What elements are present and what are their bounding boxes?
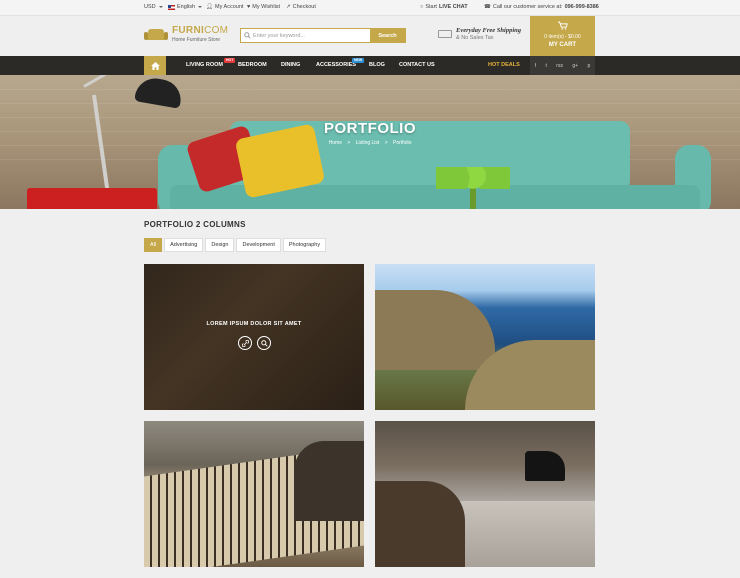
live-chat-prefix: Start [425, 4, 437, 10]
filter-development[interactable]: Development [236, 238, 281, 252]
twitter-icon[interactable]: t [546, 63, 547, 69]
checkout-label: Checkout [292, 4, 316, 10]
my-account-link[interactable]: 👤︎ My Account [206, 4, 243, 10]
new-badge: NEW [352, 58, 365, 63]
live-chat-link[interactable]: ○ Start LIVE CHAT [420, 4, 468, 10]
nav-item-accessories[interactable]: ACCESSORIES NEW [316, 58, 365, 68]
user-icon: 👤︎ [206, 4, 213, 10]
chat-bubble-icon: ○ [420, 4, 424, 10]
filter-photography[interactable]: Photography [282, 238, 327, 252]
my-account-label: My Account [214, 4, 244, 10]
hover-overlay [144, 264, 364, 410]
link-button[interactable] [238, 336, 252, 350]
checkout-link[interactable]: ↗ Checkout [286, 4, 316, 10]
zoom-button[interactable] [257, 336, 271, 350]
cart-button[interactable]: 0 item(s) - $0.00 MY CART [530, 16, 595, 56]
nav-item-living-room[interactable]: LIVING ROOM HOT [186, 58, 236, 68]
nav-item-bedroom[interactable]: BEDROOM [238, 62, 267, 68]
currency-label: USD [144, 4, 156, 10]
filter-all[interactable]: All [144, 238, 163, 252]
truck-icon [438, 30, 452, 38]
shipping-subtitle: & No Sales Tax [456, 35, 494, 41]
home-button[interactable] [144, 56, 166, 75]
nav-item-hot-deals[interactable]: HOT DEALS [488, 62, 520, 68]
language-select[interactable]: English [168, 4, 203, 10]
home-icon [150, 61, 160, 70]
live-chat-label: LIVE CHAT [438, 4, 468, 10]
pinterest-icon[interactable]: p [587, 63, 590, 69]
logo-name: FURNICOM [172, 25, 229, 36]
cart-items-summary: 0 item(s) - $0.00 [544, 34, 581, 40]
search-input[interactable] [253, 29, 370, 42]
page-title: PORTFOLIO [324, 120, 416, 137]
portfolio-item-piano[interactable] [375, 421, 595, 567]
my-wishlist-label: My Wishlist [252, 4, 281, 10]
top-bar: USD English 👤︎ My Account ♥ My Wishlist … [0, 0, 740, 16]
breadcrumb-portfolio: Portfolio [393, 140, 412, 146]
filter-advertising[interactable]: Advertising [164, 238, 204, 252]
facebook-icon[interactable]: f [535, 63, 536, 69]
heart-icon: ♥ [247, 4, 251, 10]
currency-select[interactable]: USD [144, 4, 163, 10]
portfolio-item-food[interactable]: LOREM IPSUM DOLOR SIT AMET [144, 264, 364, 410]
phone-icon: ☎ [484, 4, 491, 10]
customer-service: ☎ Call our customer service at: 096-999-… [484, 4, 599, 10]
sofa-logo-icon [144, 27, 168, 43]
chevron-down-icon [158, 6, 163, 8]
site-header: FURNICOM Home Furniture Store Search Eve… [0, 16, 740, 56]
nav-item-dining[interactable]: DINING [281, 62, 300, 68]
breadcrumb: Home > Listing List > Portfolio [0, 140, 740, 146]
external-link-icon: ↗ [286, 4, 291, 10]
search-icon [241, 29, 253, 42]
nav-item-blog[interactable]: BLOG [369, 62, 385, 68]
portfolio-item-mixer[interactable] [144, 421, 364, 567]
site-logo[interactable]: FURNICOM Home Furniture Store [144, 26, 228, 43]
flag-icon [168, 4, 175, 10]
page-banner: PORTFOLIO Home > Listing List > Portfoli… [0, 75, 740, 209]
call-number: 096-999-8386 [564, 4, 599, 10]
link-icon [241, 339, 249, 347]
shipping-promo: Everyday Free Shipping & No Sales Tax [438, 27, 521, 41]
search-bar: Search [240, 28, 406, 43]
portfolio-item-coast[interactable] [375, 264, 595, 410]
search-button[interactable]: Search [370, 29, 405, 42]
google-plus-icon[interactable]: g+ [572, 63, 578, 69]
main-nav: LIVING ROOM HOT BEDROOM DINING ACCESSORI… [0, 56, 740, 75]
call-prefix: Call our customer service at: [492, 4, 563, 10]
cart-label: MY CART [548, 42, 577, 48]
section-title: PORTFOLIO 2 COLUMNS [144, 220, 246, 229]
language-label: English [177, 4, 196, 10]
chevron-down-icon [198, 6, 203, 8]
cart-icon [530, 21, 595, 32]
portfolio-filters: All Advertising Design Development Photo… [144, 238, 327, 252]
breadcrumb-separator: > [384, 140, 388, 146]
breadcrumb-home[interactable]: Home [329, 140, 342, 146]
search-icon [260, 339, 268, 347]
shipping-title: Everyday Free Shipping [456, 27, 521, 34]
my-wishlist-link[interactable]: ♥ My Wishlist [247, 4, 280, 10]
portfolio-item-title: LOREM IPSUM DOLOR SIT AMET [206, 321, 302, 327]
nav-item-contact-us[interactable]: CONTACT US [399, 62, 435, 68]
side-table-image [27, 188, 157, 209]
breadcrumb-listing-list[interactable]: Listing List [356, 140, 380, 146]
hot-badge: HOT [224, 58, 236, 63]
plant-image [436, 167, 510, 189]
logo-tagline: Home Furniture Store [172, 37, 221, 43]
social-links: f t rss g+ p [530, 56, 595, 75]
breadcrumb-separator: > [347, 140, 351, 146]
filter-design[interactable]: Design [205, 238, 235, 252]
rss-icon[interactable]: rss [556, 63, 563, 69]
